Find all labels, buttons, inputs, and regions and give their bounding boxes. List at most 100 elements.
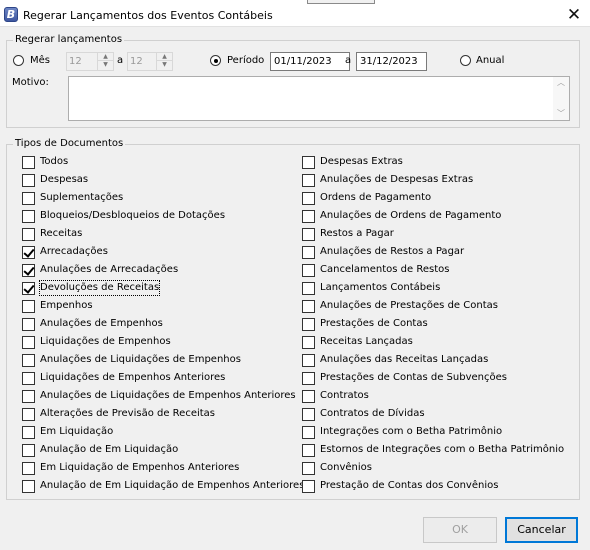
checkbox[interactable] — [302, 210, 315, 223]
checkbox-label[interactable]: Estornos de Integrações com o Betha Patr… — [320, 443, 564, 457]
checkbox-label[interactable]: Liquidações de Empenhos Anteriores — [40, 371, 225, 385]
checkbox[interactable] — [302, 318, 315, 331]
motivo-scrollbar[interactable]: ︿ ﹀ — [553, 77, 569, 120]
spin-down-icon[interactable]: ▼ — [98, 61, 113, 69]
checkbox[interactable] — [302, 372, 315, 385]
checkbox-label[interactable]: Contratos — [320, 389, 369, 403]
checkbox-label[interactable]: Anulações de Despesas Extras — [320, 173, 473, 187]
checkbox-label[interactable]: Suplementações — [40, 191, 123, 205]
checkbox[interactable] — [302, 336, 315, 349]
motivo-label: Motivo: — [12, 77, 49, 88]
checkbox-label[interactable]: Prestação de Contas dos Convênios — [320, 479, 498, 493]
checkbox[interactable] — [22, 426, 35, 439]
checkbox[interactable] — [302, 408, 315, 421]
spin-up-icon[interactable]: ▲ — [98, 53, 113, 61]
checkbox-label[interactable]: Alterações de Previsão de Receitas — [40, 407, 215, 421]
ok-button[interactable]: OK — [423, 517, 497, 543]
checkbox-label[interactable]: Anulações de Ordens de Pagamento — [320, 209, 501, 223]
checkbox[interactable] — [302, 282, 315, 295]
checkbox-label[interactable]: Prestações de Contas de Subvenções — [320, 371, 507, 385]
checkbox-label[interactable]: Anulações das Receitas Lançadas — [320, 353, 488, 367]
checkbox[interactable] — [302, 354, 315, 367]
close-icon[interactable]: ✕ — [562, 4, 586, 27]
checkbox[interactable] — [22, 444, 35, 457]
checkbox-label[interactable]: Receitas Lançadas — [320, 335, 413, 349]
checkbox-label[interactable]: Anulações de Restos a Pagar — [320, 245, 464, 259]
checkbox-label[interactable]: Contratos de Dívidas — [320, 407, 425, 421]
radio-periodo-label[interactable]: Período — [227, 54, 264, 68]
checkbox-label[interactable]: Convênios — [320, 461, 372, 475]
mes-a-label: a — [117, 55, 124, 66]
checkbox[interactable] — [22, 336, 35, 349]
checkbox[interactable] — [22, 462, 35, 475]
checkbox-label[interactable]: Despesas — [40, 173, 88, 187]
radio-periodo[interactable] — [210, 55, 221, 66]
checkbox[interactable] — [22, 264, 35, 277]
checkbox[interactable] — [302, 390, 315, 403]
checkbox-label[interactable]: Todos — [40, 155, 68, 169]
checkbox-label[interactable]: Devoluções de Receitas — [38, 280, 161, 296]
checkbox-label[interactable]: Anulações de Prestações de Contas — [320, 299, 498, 313]
checkbox[interactable] — [22, 318, 35, 331]
checkbox[interactable] — [302, 300, 315, 313]
checkbox-label[interactable]: Anulações de Liquidações de Empenhos Ant… — [40, 389, 296, 403]
checkbox[interactable] — [302, 264, 315, 277]
checkbox[interactable] — [302, 462, 315, 475]
checkbox-label[interactable]: Despesas Extras — [320, 155, 403, 169]
checkbox[interactable] — [22, 174, 35, 187]
spin-down-icon[interactable]: ▼ — [157, 61, 172, 69]
checkbox-label[interactable]: Em Liquidação — [40, 425, 113, 439]
checkbox[interactable] — [22, 354, 35, 367]
checkbox-label[interactable]: Integrações com o Betha Patrimônio — [320, 425, 502, 439]
checkbox-label[interactable]: Liquidações de Empenhos — [40, 335, 171, 349]
radio-mes-label[interactable]: Mês — [30, 54, 50, 68]
periodo-start-field[interactable]: 01/11/2023 — [270, 52, 350, 71]
checkbox[interactable] — [302, 426, 315, 439]
checkbox[interactable] — [22, 210, 35, 223]
checkbox[interactable] — [22, 300, 35, 313]
motivo-textarea[interactable]: ︿ ﹀ — [68, 76, 570, 121]
checkbox[interactable] — [22, 372, 35, 385]
checkbox-label[interactable]: Restos a Pagar — [320, 227, 394, 241]
checkbox[interactable] — [22, 156, 35, 169]
checkbox-label[interactable]: Ordens de Pagamento — [320, 191, 431, 205]
checkbox-label[interactable]: Em Liquidação de Empenhos Anteriores — [40, 461, 239, 475]
checkbox[interactable] — [22, 228, 35, 241]
checkbox-label[interactable]: Bloqueios/Desbloqueios de Dotações — [40, 209, 225, 223]
spin-up-icon[interactable]: ▲ — [157, 53, 172, 61]
checkbox[interactable] — [302, 444, 315, 457]
checkbox[interactable] — [22, 480, 35, 493]
checkbox[interactable] — [302, 228, 315, 241]
checkbox[interactable] — [22, 192, 35, 205]
checkbox-label[interactable]: Anulações de Arrecadações — [40, 263, 178, 277]
checkbox-label[interactable]: Empenhos — [40, 299, 93, 313]
checkbox-label[interactable]: Anulação de Em Liquidação — [40, 443, 178, 457]
checkbox[interactable] — [22, 282, 35, 295]
periodo-a-label: a — [345, 55, 352, 66]
checkbox[interactable] — [302, 480, 315, 493]
scroll-up-icon[interactable]: ︿ — [553, 77, 569, 89]
checkbox-label[interactable]: Prestações de Contas — [320, 317, 428, 331]
cancel-button[interactable]: Cancelar — [505, 517, 578, 543]
scroll-down-icon[interactable]: ﹀ — [553, 108, 569, 120]
mes-end-spinner[interactable]: 12 ▲ ▼ — [127, 52, 173, 71]
checkbox-label[interactable]: Cancelamentos de Restos — [320, 263, 449, 277]
mes-start-spinner[interactable]: 12 ▲ ▼ — [66, 52, 114, 71]
checkbox[interactable] — [302, 174, 315, 187]
periodo-end-field[interactable]: 31/12/2023 — [356, 52, 427, 71]
checkbox-label[interactable]: Receitas — [40, 227, 82, 241]
checkbox-label[interactable]: Anulações de Liquidações de Empenhos — [40, 353, 241, 367]
checkbox[interactable] — [22, 408, 35, 421]
radio-mes[interactable] — [13, 55, 24, 66]
radio-anual[interactable] — [460, 55, 471, 66]
checkbox-label[interactable]: Anulação de Em Liquidação de Empenhos An… — [40, 479, 304, 493]
checkbox[interactable] — [302, 192, 315, 205]
checkbox-label[interactable]: Anulações de Empenhos — [40, 317, 163, 331]
checkbox-label[interactable]: Arrecadações — [40, 245, 108, 259]
checkbox[interactable] — [22, 390, 35, 403]
radio-anual-label[interactable]: Anual — [476, 54, 504, 68]
checkbox[interactable] — [22, 246, 35, 259]
checkbox[interactable] — [302, 156, 315, 169]
checkbox-label[interactable]: Lançamentos Contábeis — [320, 281, 440, 295]
checkbox[interactable] — [302, 246, 315, 259]
